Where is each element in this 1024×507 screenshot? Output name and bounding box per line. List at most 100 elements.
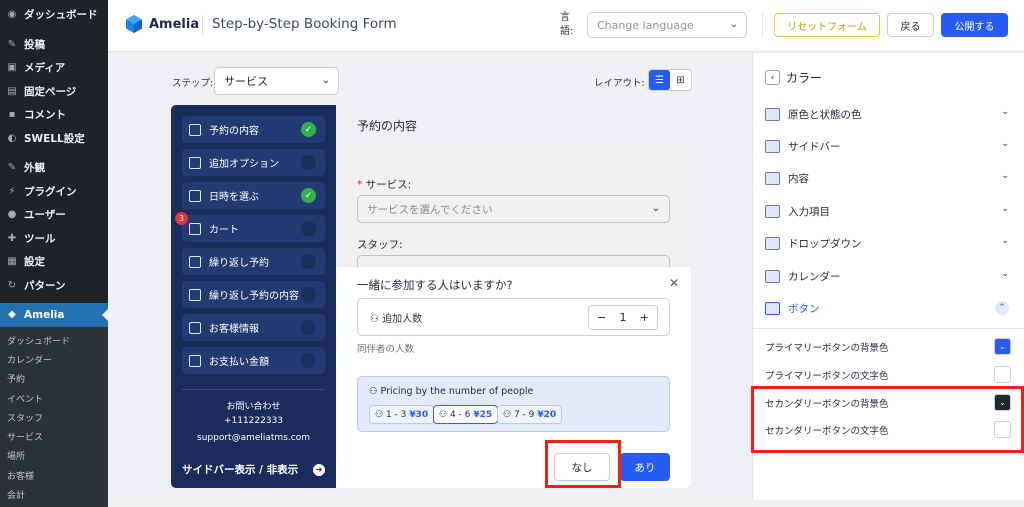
layout-label: レイアウト:: [594, 78, 645, 89]
yes-button[interactable]: あり: [620, 453, 670, 481]
section-content[interactable]: 内容 ⌄: [765, 169, 1013, 187]
submenu-services[interactable]: サービス: [0, 427, 108, 446]
toolbar-divider: [762, 12, 763, 38]
sidebar-step-cart[interactable]: カート: [182, 215, 325, 242]
publish-button[interactable]: 公開する: [941, 13, 1008, 37]
button-icon: [765, 301, 780, 315]
people-icon: ⚇: [503, 409, 514, 420]
language-select[interactable]: Change language ⌄: [587, 12, 747, 38]
menu-patterns[interactable]: ↻ パターン: [0, 274, 108, 298]
color-swatch[interactable]: [994, 366, 1011, 383]
chevron-down-icon: ⌄: [1001, 236, 1009, 246]
comment-icon: ▪: [8, 109, 16, 121]
reset-form-button[interactable]: リセットフォーム: [774, 13, 880, 37]
tools-icon: ✚: [7, 232, 17, 244]
chevron-down-icon: ⌄: [1001, 269, 1009, 279]
minus-button[interactable]: −: [597, 311, 606, 324]
user-icon: ●: [7, 209, 17, 221]
status-dot: [301, 353, 316, 368]
panel-divider: [753, 328, 1024, 329]
submenu-locations[interactable]: 場所: [0, 446, 108, 465]
menu-amelia[interactable]: ◆ Amelia: [0, 303, 108, 327]
submenu-staff[interactable]: スタッフ: [0, 408, 108, 427]
submenu-customers[interactable]: お客様: [0, 466, 108, 485]
section-inputs[interactable]: 入力項目 ⌄: [765, 202, 1013, 220]
section-sidebar[interactable]: サイドバー ⌄: [765, 137, 1013, 155]
sidebar-step-datetime[interactable]: 日時を選ぶ ✓: [182, 182, 325, 209]
contact-phone: +111222333: [223, 416, 284, 426]
people-icon: ⚇: [369, 386, 381, 397]
menu-settings[interactable]: ▦ 設定: [0, 250, 108, 274]
sidebar-step-extras[interactable]: 追加オプション: [182, 149, 325, 176]
menu-posts[interactable]: ✎ 投稿: [0, 33, 108, 57]
step-select[interactable]: サービス ⌄: [214, 67, 339, 95]
form-sidebar: 予約の内容 ✓ 追加オプション 日時を選ぶ ✓ カート 繰り返し予約 繰り返し予約の…: [171, 105, 336, 488]
menu-dashboard[interactable]: ◉ ダッシュボード: [0, 3, 108, 27]
menu-appearance[interactable]: ✎ 外観: [0, 156, 108, 180]
menu-swell[interactable]: ◐ SWELL設定: [0, 127, 108, 151]
submenu-events[interactable]: イベント: [0, 388, 108, 407]
calendar-icon: [189, 288, 201, 301]
check-icon: ✓: [301, 122, 316, 137]
step-label: ステップ:: [172, 78, 214, 89]
plus-button[interactable]: +: [640, 311, 649, 324]
chevron-left-icon[interactable]: ‹: [765, 70, 780, 85]
menu-users[interactable]: ● ユーザー: [0, 203, 108, 227]
dropdown-icon: [765, 236, 780, 250]
content-icon: [765, 171, 780, 185]
language-placeholder: Change language: [597, 18, 694, 32]
layout-toggle: ☰ ⊞: [648, 69, 692, 91]
panel-header[interactable]: ‹ カラー: [765, 69, 822, 86]
color-swatch[interactable]: ⌄: [994, 394, 1011, 411]
close-icon[interactable]: ✕: [669, 276, 679, 290]
submenu-finance[interactable]: 会計: [0, 485, 108, 504]
pricing-tier-selected[interactable]: ⚇ 4 - 6 ¥25: [433, 405, 499, 424]
sidebar-step-recurring-details[interactable]: 繰り返し予約の内容: [182, 281, 325, 308]
submenu-appointments[interactable]: 予約: [0, 369, 108, 388]
status-dot: [301, 320, 316, 335]
menu-plugins[interactable]: ⚡ プラグイン: [0, 180, 108, 204]
settings-icon: ▦: [7, 256, 17, 268]
sidebar-toggle[interactable]: サイドバー表示 / 非表示 ➜: [182, 462, 325, 477]
people-count-stepper: − 1 +: [588, 305, 658, 330]
submenu-dashboard[interactable]: ダッシュボード: [0, 331, 108, 350]
menu-comments[interactable]: ▪ コメント: [0, 103, 108, 127]
extra-people-box: ⚇ 追加人数 − 1 +: [357, 298, 670, 336]
menu-tools[interactable]: ✚ ツール: [0, 227, 108, 251]
media-icon: ▣: [7, 62, 17, 74]
people-count-value: 1: [619, 311, 627, 324]
clock-icon: [189, 189, 201, 202]
sidebar-step-payment[interactable]: お支払い金額: [182, 347, 325, 374]
sidebar-step-customer[interactable]: お客様情報: [182, 314, 325, 341]
back-button[interactable]: 戻る: [887, 13, 934, 37]
pricing-tier[interactable]: ⚇ 1 - 3 ¥30: [369, 405, 435, 424]
people-hint: 同伴者の人数: [357, 344, 415, 355]
menu-pages[interactable]: ▤ 固定ページ: [0, 80, 108, 104]
submenu-calendar[interactable]: カレンダー: [0, 350, 108, 369]
section-dropdown[interactable]: ドロップダウン ⌄: [765, 234, 1013, 252]
chevron-down-icon: ⌄: [1001, 204, 1009, 214]
rocket-icon: [765, 107, 780, 121]
grid-layout-icon[interactable]: ⊞: [670, 70, 691, 90]
page-title: Step-by-Step Booking Form: [212, 16, 397, 32]
sidebar-step-recurring[interactable]: 繰り返し予約: [182, 248, 325, 275]
menu-media[interactable]: ▣ メディア: [0, 56, 108, 80]
user-icon: [189, 321, 201, 334]
cart-count-badge: 3: [175, 212, 188, 225]
color-swatch[interactable]: ⌄: [994, 338, 1011, 355]
section-buttons[interactable]: ボタン ⌃: [765, 299, 1013, 317]
customize-panel: ‹ カラー 原色と状態の色 ⌄ サイドバー ⌄ 内容 ⌄ 入力項目 ⌄ ドロップダウン ⌄…: [751, 53, 1024, 500]
chevron-down-icon: ⌄: [1001, 171, 1009, 181]
dashboard-icon: ◉: [7, 9, 17, 21]
pricing-tier[interactable]: ⚇ 7 - 9 ¥20: [497, 405, 563, 424]
color-swatch[interactable]: [994, 421, 1011, 438]
sidebar-step-service[interactable]: 予約の内容 ✓: [182, 116, 325, 143]
recurring-icon: [189, 255, 201, 268]
no-button[interactable]: なし: [554, 453, 610, 481]
card-icon: [189, 354, 201, 367]
list-layout-icon[interactable]: ☰: [649, 70, 670, 90]
plugin-icon: ⚡: [8, 185, 16, 197]
section-calendar[interactable]: カレンダー ⌄: [765, 267, 1013, 285]
section-primary-colors[interactable]: 原色と状態の色 ⌄: [765, 105, 1013, 123]
sidebar-toggle-label: サイドバー表示 / 非表示: [182, 464, 299, 476]
